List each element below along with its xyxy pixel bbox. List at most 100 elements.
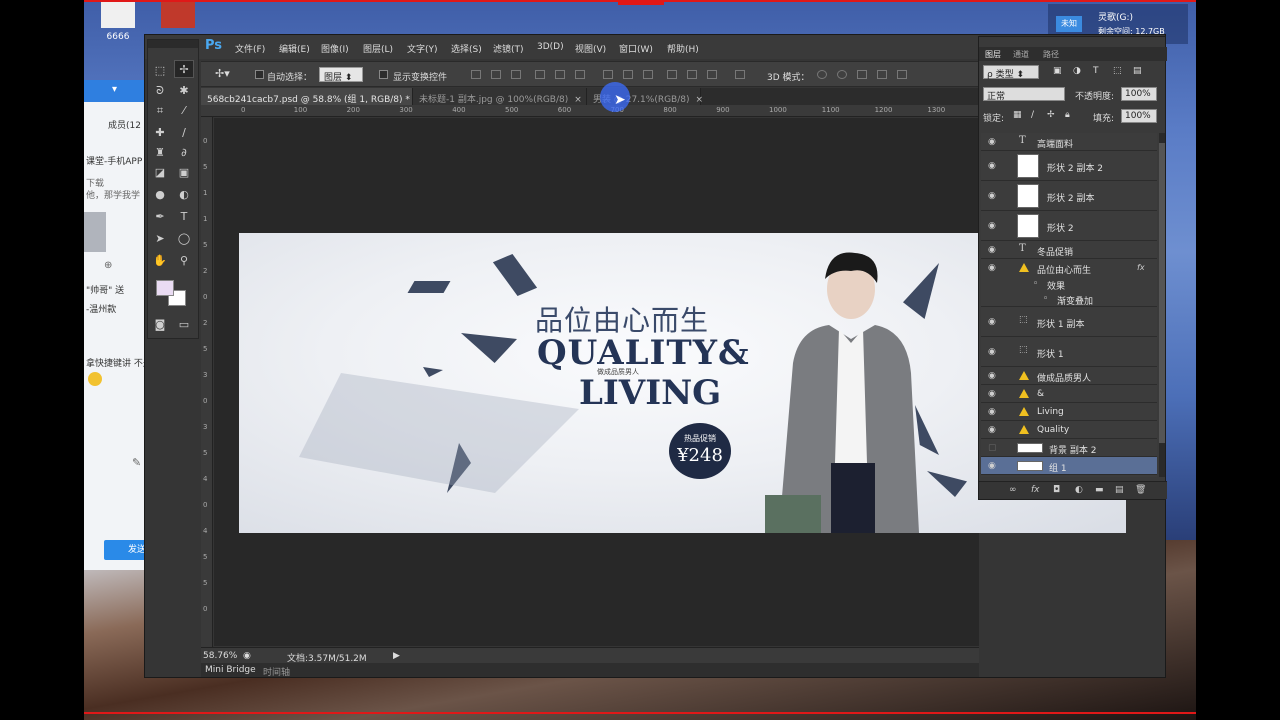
tab-channels[interactable]: 通道 [1013, 49, 1029, 60]
distribute-left-icon[interactable] [667, 70, 677, 79]
menu-file[interactable]: 文件(F) [235, 42, 265, 55]
layer-item[interactable]: ◉ & [981, 385, 1157, 403]
eyedropper-icon[interactable]: ⁄ [174, 102, 194, 120]
lasso-tool-icon[interactable]: ᘐ [150, 82, 170, 100]
close-icon[interactable]: × [574, 95, 582, 105]
eye-icon[interactable]: ◉ [988, 245, 996, 255]
gradient-tool-icon[interactable]: ▣ [174, 164, 194, 182]
move-tool-icon[interactable]: ✢ [174, 60, 194, 78]
layer-item[interactable]: ◉ 形状 2 副本 2 [981, 151, 1157, 181]
eye-icon[interactable]: ◉ [988, 371, 996, 381]
add-mask-icon[interactable]: ◘ [1053, 485, 1060, 495]
distribute-right-icon[interactable] [707, 70, 717, 79]
effect-eye-icon[interactable]: ◦ [1033, 279, 1038, 289]
eraser-tool-icon[interactable]: ◪ [150, 164, 170, 182]
adjustment-icon[interactable]: ◐ [1075, 485, 1083, 495]
3d-roll-icon[interactable] [837, 70, 847, 79]
brush-tool-icon[interactable]: ∕ [174, 124, 194, 142]
layer-item[interactable]: ▢ 背景 副本 2 [981, 439, 1157, 457]
lock-all-icon[interactable]: 🔒︎ [1065, 110, 1070, 120]
eye-icon[interactable]: ◉ [988, 347, 996, 357]
quick-mask-icon[interactable]: ◙ [150, 316, 170, 334]
auto-select-dropdown[interactable]: 图层 ⬍ [319, 67, 363, 83]
layer-effect-row[interactable]: ◦ 效果 [981, 277, 1157, 292]
menu-window[interactable]: 窗口(W) [619, 42, 653, 55]
layer-item[interactable]: ◉ 形状 2 副本 [981, 181, 1157, 211]
3d-pan-icon[interactable] [857, 70, 867, 79]
auto-align-icon[interactable] [735, 70, 745, 79]
move-tool-icon[interactable]: ✢▾ [215, 67, 230, 80]
desktop-app-icon[interactable] [158, 2, 198, 32]
fill-input[interactable]: 100% [1121, 109, 1157, 123]
distribute-hcenter-icon[interactable] [687, 70, 697, 79]
opacity-input[interactable]: 100% [1121, 87, 1157, 101]
history-brush-icon[interactable]: ∂ [174, 144, 194, 162]
layer-effect-row[interactable]: ◦ 渐变叠加 [981, 292, 1157, 307]
status-info-icon[interactable]: ◉ [243, 651, 251, 661]
zoom-icon[interactable]: ⊕ [104, 260, 112, 271]
menu-type[interactable]: 文字(Y) [407, 42, 438, 55]
filter-dropdown[interactable]: ρ 类型 ⬍ [983, 65, 1039, 80]
lock-position-icon[interactable]: ✢ [1047, 110, 1055, 120]
align-hcenter-icon[interactable] [555, 70, 565, 79]
menu-3d[interactable]: 3D(D) [537, 42, 564, 52]
show-transform-checkbox[interactable] [379, 70, 388, 79]
stamp-tool-icon[interactable]: ♜ [150, 144, 170, 162]
auto-select-checkbox[interactable] [255, 70, 264, 79]
desktop-icon[interactable]: 6666 [98, 2, 138, 42]
distribute-top-icon[interactable] [603, 70, 613, 79]
fx-icon[interactable]: fx [1137, 263, 1145, 272]
3d-scale-icon[interactable] [897, 70, 907, 79]
marquee-tool-icon[interactable]: ⬚ [150, 62, 170, 80]
layers-scrollbar[interactable] [1159, 133, 1165, 477]
eye-icon[interactable]: ◉ [988, 461, 996, 471]
close-icon[interactable]: × [696, 95, 704, 105]
scrollbar-thumb[interactable] [1159, 143, 1165, 443]
blend-mode-dropdown[interactable]: 正常 [983, 87, 1065, 102]
zoom-level[interactable]: 58.76% [203, 651, 237, 661]
type-tool-icon[interactable]: T [174, 208, 194, 226]
eye-icon[interactable]: ◉ [988, 425, 996, 435]
menu-view[interactable]: 视图(V) [575, 42, 606, 55]
filter-text-icon[interactable]: T [1093, 66, 1099, 76]
layer-item[interactable]: ◉ ⬚ 形状 1 副本 [981, 307, 1157, 337]
layer-item[interactable]: ◉ Living [981, 403, 1157, 421]
align-top-icon[interactable] [471, 70, 481, 79]
layer-item[interactable]: ◉ T 高端面料 [981, 133, 1157, 151]
edit-icon[interactable]: ✎ [132, 456, 141, 469]
trash-icon[interactable]: 🗑︎ [1135, 485, 1146, 495]
tab-paths[interactable]: 路径 [1043, 49, 1059, 60]
tab-doc-2[interactable]: 未标题-1 副本.jpg @ 100%(RGB/8) × [413, 88, 587, 105]
canvas-area[interactable]: 品位由心而生 QUALITY& 做成品质男人 LIVING 热品促销 ¥248 [214, 118, 1126, 646]
eye-icon[interactable]: ◉ [988, 221, 996, 231]
new-layer-icon[interactable]: ▤ [1115, 485, 1124, 495]
add-style-icon[interactable]: fx [1031, 485, 1040, 495]
chevron-down-icon[interactable]: ▾ [112, 84, 117, 95]
filter-adjust-icon[interactable]: ◑ [1073, 66, 1081, 76]
menu-image[interactable]: 图像(I) [321, 42, 349, 55]
filter-shape-icon[interactable]: ⬚ [1113, 66, 1122, 76]
member-count[interactable]: 成员(12 [108, 118, 141, 131]
zoom-tool-icon[interactable]: ⚲ [174, 252, 194, 270]
chat-image[interactable] [84, 212, 106, 252]
align-vcenter-icon[interactable] [491, 70, 501, 79]
tab-layers[interactable]: 图层 [985, 49, 1001, 60]
align-right-icon[interactable] [575, 70, 585, 79]
healing-brush-icon[interactable]: ✚ [150, 124, 170, 142]
eye-hidden-icon[interactable]: ▢ [988, 443, 997, 453]
layer-item[interactable]: ◉ Quality [981, 421, 1157, 439]
path-select-icon[interactable]: ➤ [150, 230, 170, 248]
3d-rotate-icon[interactable] [817, 70, 827, 79]
distribute-vcenter-icon[interactable] [623, 70, 633, 79]
effect-eye-icon[interactable]: ◦ [1043, 294, 1048, 304]
align-left-icon[interactable] [535, 70, 545, 79]
ellipse-tool-icon[interactable]: ◯ [174, 230, 194, 248]
eye-icon[interactable]: ◉ [988, 191, 996, 201]
layer-item-selected[interactable]: ◉ 组 1 [981, 457, 1157, 475]
pen-tool-icon[interactable]: ✒ [150, 208, 170, 226]
eye-icon[interactable]: ◉ [988, 317, 996, 327]
menu-edit[interactable]: 编辑(E) [279, 42, 310, 55]
menu-select[interactable]: 选择(S) [451, 42, 482, 55]
filter-pixel-icon[interactable]: ▣ [1053, 66, 1062, 76]
foreground-color-swatch[interactable] [156, 280, 174, 296]
